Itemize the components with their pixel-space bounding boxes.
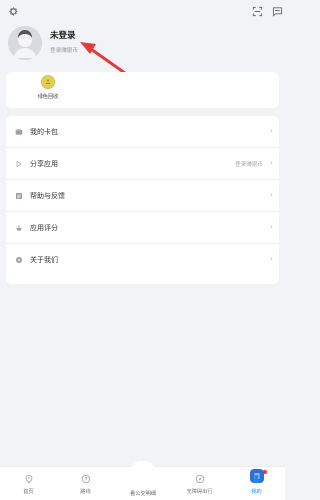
menu-item-label: 分享应用 (30, 160, 58, 168)
route-icon (80, 473, 91, 484)
tab-label: 首页 (23, 489, 34, 495)
avatar[interactable] (8, 26, 42, 60)
tab-route[interactable]: 路线 (57, 467, 114, 500)
share-icon (15, 160, 23, 168)
menu-item-label: 我的卡包 (30, 128, 58, 136)
chevron-right-icon: › (269, 254, 273, 263)
menu-item-help[interactable]: 帮助与反馈 › (6, 180, 279, 212)
menu-item-share[interactable]: 分享应用 登录赚银币 › (6, 148, 279, 180)
menu-item-label: 应用评分 (30, 224, 58, 232)
tab-label: 看公交明细 (130, 491, 156, 497)
bottom-tab-bar: 首页 路线 看公交明细 无障碍出行 我的 (0, 461, 285, 500)
accessibility-icon (194, 473, 205, 484)
quick-action-label: 绿色回收 (37, 94, 59, 100)
about-icon (15, 256, 23, 264)
rating-icon (15, 224, 23, 232)
top-bar (0, 0, 285, 22)
chevron-right-icon: › (269, 158, 273, 167)
quick-actions-card: 绿色回收 (6, 72, 279, 108)
chevron-right-icon: › (269, 190, 273, 199)
tab-me[interactable]: 我的 (228, 467, 285, 500)
tab-home[interactable]: 首页 (0, 467, 57, 500)
tab-label: 路线 (80, 489, 91, 495)
menu-item-hint: 登录赚银币 (235, 162, 263, 168)
help-icon (15, 192, 23, 200)
chevron-right-icon: › (269, 126, 273, 135)
user-icon (251, 473, 262, 484)
tab-bus-detail[interactable]: 看公交明细 (114, 467, 264, 500)
recycle-icon (41, 75, 55, 89)
wallet-icon (15, 128, 23, 136)
tab-label: 我的 (251, 489, 262, 495)
menu-item-label: 关于我们 (30, 256, 58, 264)
quick-action-recycle[interactable]: 绿色回收 (28, 75, 68, 107)
tab-label: 无障碍出行 (186, 489, 213, 495)
login-status[interactable]: 未登录 (50, 29, 76, 41)
menu-item-rating[interactable]: 应用评分 › (6, 212, 279, 244)
chevron-right-icon: › (269, 222, 273, 231)
menu-item-label: 帮助与反馈 (30, 192, 65, 200)
home-icon (23, 473, 34, 484)
menu-item-about[interactable]: 关于我们 › (6, 244, 279, 276)
login-prompt[interactable]: 登录赚银币 (50, 46, 78, 54)
message-icon[interactable] (270, 4, 284, 18)
menu-card: 我的卡包 › 分享应用 登录赚银币 › 帮助与反馈 › 应用评分 › 关于我们 … (6, 116, 279, 284)
notification-dot (263, 470, 267, 474)
profile-header[interactable]: 未登录 登录赚银币 (0, 22, 285, 66)
tab-accessibility[interactable]: 无障碍出行 (171, 467, 228, 500)
gear-icon[interactable] (6, 4, 20, 18)
scan-icon[interactable] (250, 4, 264, 18)
menu-item-wallet[interactable]: 我的卡包 › (6, 116, 279, 148)
